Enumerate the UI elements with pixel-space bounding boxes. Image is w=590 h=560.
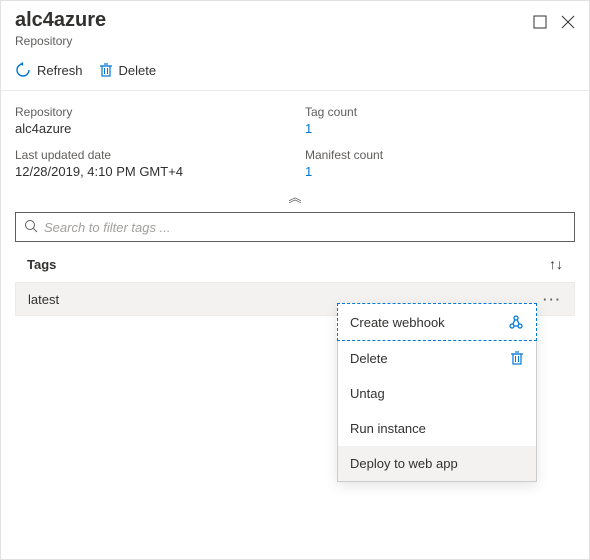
maximize-icon[interactable] — [533, 15, 547, 32]
toolbar: Refresh Delete — [1, 48, 589, 91]
menu-label: Create webhook — [350, 315, 445, 330]
refresh-icon — [15, 62, 31, 78]
search-input[interactable] — [44, 220, 566, 235]
header-title-block: alc4azure Repository — [15, 9, 106, 48]
tag-name: latest — [28, 292, 59, 307]
menu-delete[interactable]: Delete — [338, 340, 536, 376]
menu-label: Untag — [350, 386, 385, 401]
context-menu: Create webhook Delete Untag Run instance… — [337, 303, 537, 482]
webhook-icon — [508, 314, 524, 330]
menu-untag[interactable]: Untag — [338, 376, 536, 411]
trash-icon — [99, 62, 113, 78]
meta-updated-label: Last updated date — [15, 148, 285, 162]
search-container — [1, 212, 589, 242]
delete-label: Delete — [119, 63, 157, 78]
meta-tag-count: Tag count 1 — [305, 105, 575, 136]
menu-create-webhook[interactable]: Create webhook — [337, 303, 537, 341]
meta-repository-value: alc4azure — [15, 121, 285, 136]
trash-icon — [510, 350, 524, 366]
refresh-button[interactable]: Refresh — [15, 62, 83, 78]
menu-run-instance[interactable]: Run instance — [338, 411, 536, 446]
menu-label: Deploy to web app — [350, 456, 458, 471]
refresh-label: Refresh — [37, 63, 83, 78]
page-subtitle: Repository — [15, 34, 106, 48]
header-controls — [533, 9, 575, 32]
repository-panel: alc4azure Repository Refresh Delete — [0, 0, 590, 560]
meta-repository-label: Repository — [15, 105, 285, 119]
search-box[interactable] — [15, 212, 575, 242]
meta-manifest-count: Manifest count 1 — [305, 148, 575, 179]
panel-header: alc4azure Repository — [1, 1, 589, 48]
sort-icon[interactable]: ↑↓ — [549, 256, 563, 272]
menu-label: Run instance — [350, 421, 426, 436]
metadata-grid: Repository alc4azure Tag count 1 Last up… — [1, 91, 589, 185]
meta-manifest-count-value: 1 — [305, 164, 575, 179]
menu-deploy-web-app[interactable]: Deploy to web app — [338, 446, 536, 481]
meta-updated-value: 12/28/2019, 4:10 PM GMT+4 — [15, 164, 285, 179]
meta-tag-count-label: Tag count — [305, 105, 575, 119]
meta-tag-count-value: 1 — [305, 121, 575, 136]
meta-repository: Repository alc4azure — [15, 105, 285, 136]
tags-header: Tags ↑↓ — [1, 242, 589, 282]
search-icon — [24, 219, 38, 236]
chevron-up-icon: ︽ — [288, 190, 301, 205]
menu-label: Delete — [350, 351, 388, 366]
meta-manifest-count-label: Manifest count — [305, 148, 575, 162]
delete-button[interactable]: Delete — [99, 62, 157, 78]
collapse-toggle[interactable]: ︽ — [1, 185, 589, 212]
more-actions-icon[interactable]: ··· — [543, 292, 562, 307]
close-icon[interactable] — [561, 15, 575, 32]
page-title: alc4azure — [15, 9, 106, 32]
tags-header-label: Tags — [27, 257, 56, 272]
meta-updated: Last updated date 12/28/2019, 4:10 PM GM… — [15, 148, 285, 179]
